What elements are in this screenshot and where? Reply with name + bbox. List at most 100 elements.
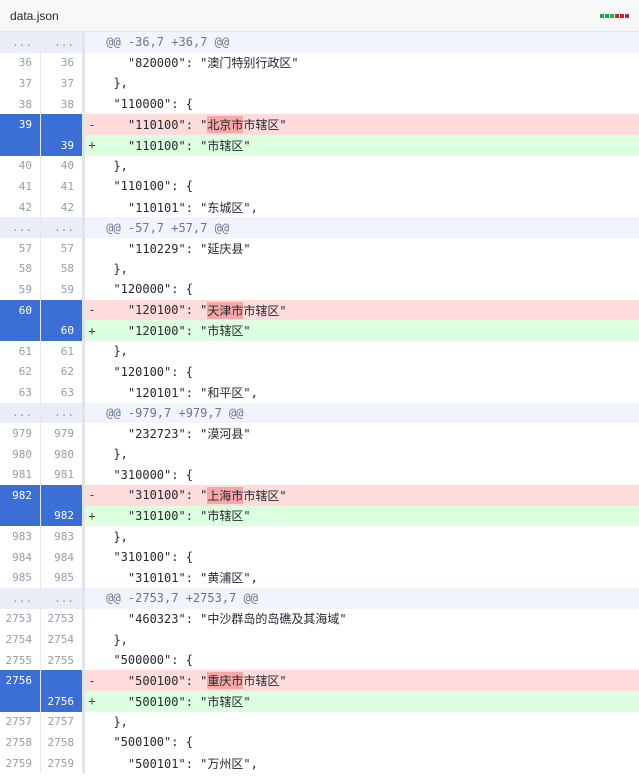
old-line-number[interactable]: ... xyxy=(0,217,41,238)
new-line-number[interactable]: 2754 xyxy=(41,629,85,650)
old-line-number[interactable]: 2756 xyxy=(0,670,41,691)
code-line: "310000": { xyxy=(99,467,193,482)
diff-sign xyxy=(85,588,99,609)
new-line-number[interactable]: 39 xyxy=(41,134,85,156)
new-line-number[interactable]: 983 xyxy=(41,526,85,547)
old-line-number[interactable]: 36 xyxy=(0,52,41,74)
diff-sign xyxy=(85,753,99,774)
old-line-number[interactable] xyxy=(0,505,41,527)
hunk-header: @@ -57,7 +57,7 @@ xyxy=(99,220,230,235)
diff-sign xyxy=(85,464,99,485)
new-line-number[interactable] xyxy=(41,299,85,321)
code-text: "310100": " xyxy=(99,488,208,503)
new-line-number[interactable]: 982 xyxy=(41,505,85,527)
new-line-number[interactable]: ... xyxy=(41,217,85,238)
old-line-number[interactable]: 2755 xyxy=(0,649,41,671)
new-line-number[interactable]: 38 xyxy=(41,93,85,115)
old-line-number[interactable]: 2754 xyxy=(0,629,41,650)
diff-sign xyxy=(85,217,99,238)
new-line-number[interactable]: 2753 xyxy=(41,608,85,630)
old-line-number[interactable]: 985 xyxy=(0,567,41,589)
highlighted-change: 天津市 xyxy=(207,301,244,319)
old-line-number[interactable]: ... xyxy=(0,588,41,609)
old-line-number[interactable] xyxy=(0,691,41,712)
new-line-number[interactable]: 985 xyxy=(41,567,85,589)
code-text: "120100": " xyxy=(99,303,208,318)
new-line-number[interactable]: ... xyxy=(41,32,85,53)
old-line-number[interactable]: 41 xyxy=(0,176,41,197)
new-line-number[interactable]: 2757 xyxy=(41,711,85,733)
code-line: }, xyxy=(99,447,128,462)
new-line-number[interactable]: 58 xyxy=(41,258,85,280)
old-line-number[interactable] xyxy=(0,134,41,156)
old-line-number[interactable]: 2757 xyxy=(0,711,41,733)
new-line-number[interactable]: 57 xyxy=(41,237,85,259)
new-line-number[interactable]: 41 xyxy=(41,176,85,197)
old-line-number[interactable] xyxy=(0,320,41,341)
context-line-row: 58 58 }, xyxy=(0,258,639,280)
code-line: "500100": " 重庆市 市辖区" xyxy=(99,670,639,691)
new-line-number[interactable]: 42 xyxy=(41,196,85,218)
old-line-number[interactable]: ... xyxy=(0,32,41,53)
deleted-line-row: 60 - "120100": " 天津市 市辖区" xyxy=(0,299,639,321)
old-line-number[interactable]: 979 xyxy=(0,423,41,444)
old-line-number[interactable]: 59 xyxy=(0,279,41,300)
old-line-number[interactable]: 63 xyxy=(0,382,41,403)
old-line-number[interactable]: 983 xyxy=(0,526,41,547)
new-line-number[interactable]: 980 xyxy=(41,443,85,465)
old-line-number[interactable]: 39 xyxy=(0,114,41,135)
new-line-number[interactable]: 62 xyxy=(41,361,85,383)
old-line-number[interactable]: 984 xyxy=(0,546,41,568)
code-line: "500100": { xyxy=(99,735,193,750)
new-line-number[interactable]: 60 xyxy=(41,320,85,341)
old-line-number[interactable]: 2758 xyxy=(0,732,41,753)
new-line-number[interactable] xyxy=(41,670,85,691)
old-line-number[interactable]: 40 xyxy=(0,155,41,177)
new-line-number[interactable]: 2756 xyxy=(41,691,85,712)
old-line-number[interactable]: 982 xyxy=(0,485,41,506)
old-line-number[interactable]: 57 xyxy=(0,237,41,259)
old-line-number[interactable]: 60 xyxy=(0,299,41,321)
context-line-row: 57 57 "110229": "延庆县" xyxy=(0,237,639,259)
code-text: 市辖区" xyxy=(243,118,287,133)
new-line-number[interactable]: 979 xyxy=(41,423,85,444)
code-text: "500100": " xyxy=(99,673,208,688)
new-line-number[interactable]: 2755 xyxy=(41,649,85,671)
file-header: data.json xyxy=(0,0,639,32)
old-line-number[interactable]: 980 xyxy=(0,443,41,465)
new-line-number[interactable]: 37 xyxy=(41,73,85,94)
old-line-number[interactable]: 58 xyxy=(0,258,41,280)
old-line-number[interactable]: 42 xyxy=(0,196,41,218)
diff-sign xyxy=(85,94,99,115)
old-line-number[interactable]: 981 xyxy=(0,464,41,486)
new-line-number[interactable]: 2759 xyxy=(41,752,85,774)
new-line-number[interactable]: 36 xyxy=(41,52,85,74)
context-line-row: 40 40 }, xyxy=(0,155,639,177)
new-line-number[interactable]: 984 xyxy=(41,546,85,568)
old-line-number[interactable]: 37 xyxy=(0,73,41,94)
diff-sign xyxy=(85,53,99,74)
added-line-row: 39 + "110100": "市辖区" xyxy=(0,134,639,156)
new-line-number[interactable]: ... xyxy=(41,588,85,609)
old-line-number[interactable]: 62 xyxy=(0,361,41,383)
new-line-number[interactable]: 61 xyxy=(41,340,85,362)
old-line-number[interactable]: ... xyxy=(0,402,41,424)
file-name[interactable]: data.json xyxy=(10,9,59,23)
new-line-number[interactable]: 63 xyxy=(41,382,85,403)
new-line-number[interactable] xyxy=(41,485,85,506)
new-line-number[interactable]: 2758 xyxy=(41,732,85,753)
old-line-number[interactable]: 2759 xyxy=(0,752,41,774)
new-line-number[interactable] xyxy=(41,114,85,135)
code-line: }, xyxy=(99,261,128,276)
context-line-row: 979 979 "232723": "漠河县" xyxy=(0,423,639,444)
old-line-number[interactable]: 38 xyxy=(0,93,41,115)
old-line-number[interactable]: 2753 xyxy=(0,608,41,630)
new-line-number[interactable]: 981 xyxy=(41,464,85,486)
new-line-number[interactable]: ... xyxy=(41,402,85,424)
new-line-number[interactable]: 40 xyxy=(41,155,85,177)
old-line-number[interactable]: 61 xyxy=(0,340,41,362)
new-line-number[interactable]: 59 xyxy=(41,279,85,300)
context-line-row: 2754 2754 }, xyxy=(0,629,639,650)
hunk-header-row: ...... @@ -2753,7 +2753,7 @@ xyxy=(0,588,639,609)
code-line: "500101": "万州区", xyxy=(99,756,258,771)
